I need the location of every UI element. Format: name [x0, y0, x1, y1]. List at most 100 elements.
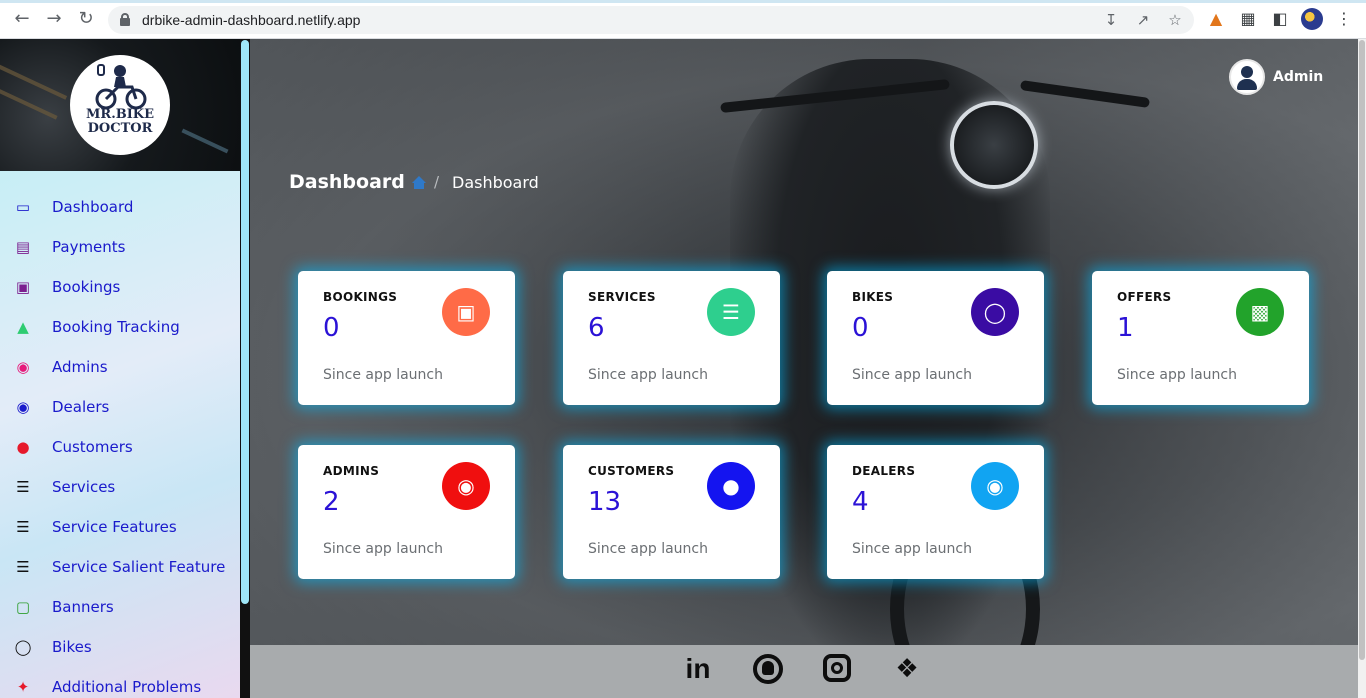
card-label: OFFERS [1117, 290, 1172, 304]
sidebar-scrollbar-thumb[interactable] [241, 40, 249, 604]
sidebar-item-banners[interactable]: ▢ Banners [0, 587, 240, 627]
sidebar-cover-image: MR.BIKE DOCTOR [0, 39, 240, 171]
sidebar-item-payments[interactable]: ▤ Payments [0, 227, 240, 267]
page-scrollbar-thumb[interactable] [1359, 40, 1365, 660]
reload-icon[interactable]: ↻ [76, 9, 96, 29]
card-value: 0 [852, 313, 869, 343]
arrow-right-icon[interactable]: → [44, 9, 64, 29]
metamask-icon[interactable]: ▲ [1206, 9, 1226, 29]
card-value: 4 [852, 487, 869, 517]
github-icon[interactable] [752, 653, 784, 685]
sidebar-item-admins[interactable]: ◉ Admins [0, 347, 240, 387]
card-note: Since app launch [323, 367, 443, 383]
linkedin-icon[interactable]: in [682, 653, 714, 685]
sidebar-item-label: Payments [52, 238, 126, 256]
motorcycle-icon: ◯ [971, 288, 1019, 336]
sidebar-item-label: Banners [52, 598, 114, 616]
sidebar-menu: ▭ Dashboard ▤ Payments ▣ Bookings ▲ Book… [0, 187, 240, 698]
sidebar-item-label: Dashboard [52, 198, 134, 216]
list-icon: ☰ [707, 288, 755, 336]
card-label: BOOKINGS [323, 290, 398, 304]
address-bar[interactable]: drbike-admin-dashboard.netlify.app ↧ ↗ ☆ [108, 6, 1194, 34]
sidebar-item-dealers[interactable]: ◉ Dealers [0, 387, 240, 427]
sidebar-item-label: Bikes [52, 638, 92, 656]
card-note: Since app launch [1117, 367, 1237, 383]
sidebar-item-service-salient-feature[interactable]: ☰ Service Salient Feature [0, 547, 240, 587]
card-value: 6 [588, 313, 605, 343]
stat-card-customers[interactable]: CUSTOMERS 13 Since app launch ● [563, 445, 780, 579]
sidebar-item-booking-tracking[interactable]: ▲ Booking Tracking [0, 307, 240, 347]
sidebar-item-bookings[interactable]: ▣ Bookings [0, 267, 240, 307]
tab-strip-edge [0, 0, 1366, 3]
breadcrumb-separator: / [434, 173, 440, 191]
stat-card-services[interactable]: SERVICES 6 Since app launch ☰ [563, 271, 780, 405]
list-icon: ☰ [16, 518, 30, 536]
home-icon[interactable] [412, 176, 426, 190]
share-icon[interactable]: ↗ [1134, 11, 1152, 29]
user-secret-icon: ◉ [16, 358, 30, 376]
logo-text-line1: MR.BIKE [86, 107, 154, 122]
url-text[interactable]: drbike-admin-dashboard.netlify.app [142, 12, 360, 28]
browser-toolbar: ← → ↻ drbike-admin-dashboard.netlify.app… [0, 0, 1366, 39]
sidebar-item-label: Admins [52, 358, 108, 376]
arrow-left-icon[interactable]: ← [12, 9, 32, 29]
gift-icon: ▩ [1236, 288, 1284, 336]
card-note: Since app launch [588, 367, 708, 383]
sidebar-item-additional-problems[interactable]: ✦ Additional Problems [0, 667, 240, 698]
stat-card-dealers[interactable]: DEALERS 4 Since app launch ◉ [827, 445, 1044, 579]
sidebar-item-services[interactable]: ☰ Services [0, 467, 240, 507]
wrench-icon: ✦ [16, 678, 30, 696]
card-note: Since app launch [323, 541, 443, 557]
card-value: 2 [323, 487, 340, 517]
card-label: DEALERS [852, 464, 916, 478]
users-icon: ● [707, 462, 755, 510]
sidebar-item-bikes[interactable]: ◯ Bikes [0, 627, 240, 667]
sidebar-item-label: Additional Problems [52, 678, 202, 696]
user-name[interactable]: Admin [1273, 69, 1323, 85]
sidebar-item-label: Service Features [52, 518, 177, 536]
list-icon: ☰ [16, 558, 30, 576]
instagram-icon[interactable] [822, 653, 854, 685]
logo-text-line2: DOCTOR [87, 121, 153, 136]
image-icon: ▢ [15, 598, 31, 616]
sidebar-item-label: Booking Tracking [52, 318, 180, 336]
card-value: 1 [1117, 313, 1134, 343]
user-circle-icon: ◉ [971, 462, 1019, 510]
extensions-puzzle-icon[interactable]: ▦ [1238, 9, 1258, 29]
card-label: BIKES [852, 290, 894, 304]
stat-card-bikes[interactable]: BIKES 0 Since app launch ◯ [827, 271, 1044, 405]
sidebar-item-customers[interactable]: ● Customers [0, 427, 240, 467]
sidebar-item-dashboard[interactable]: ▭ Dashboard [0, 187, 240, 227]
list-icon: ☰ [16, 478, 30, 496]
avatar[interactable] [1229, 59, 1265, 95]
card-note: Since app launch [852, 367, 972, 383]
users-icon: ● [16, 438, 30, 456]
twitter-icon[interactable]: ❖ [891, 653, 923, 685]
star-icon[interactable]: ☆ [1166, 11, 1184, 29]
stat-card-bookings[interactable]: BOOKINGS 0 Since app launch ▣ [298, 271, 515, 405]
side-panel-icon[interactable]: ◧ [1270, 9, 1290, 29]
kebab-menu-icon[interactable]: ⋮ [1334, 9, 1354, 29]
card-value: 13 [588, 487, 622, 517]
install-icon[interactable]: ↧ [1102, 11, 1120, 29]
sidebar-item-service-features[interactable]: ☰ Service Features [0, 507, 240, 547]
brand-logo[interactable]: MR.BIKE DOCTOR [70, 55, 170, 155]
card-note: Since app launch [852, 541, 972, 557]
sidebar: MR.BIKE DOCTOR ▭ Dashboard ▤ Payments ▣ … [0, 39, 240, 698]
stat-card-admins[interactable]: ADMINS 2 Since app launch ◉ [298, 445, 515, 579]
profile-avatar[interactable] [1301, 8, 1323, 30]
sidebar-item-label: Services [52, 478, 116, 496]
stat-card-offers[interactable]: OFFERS 1 Since app launch ▩ [1092, 271, 1309, 405]
card-label: CUSTOMERS [588, 464, 675, 478]
sidebar-item-label: Service Salient Feature [52, 558, 226, 576]
user-circle-icon: ◉ [16, 398, 30, 416]
shopping-bag-icon: ▣ [15, 278, 31, 296]
road-icon: ▲ [17, 318, 29, 336]
lock-icon[interactable] [120, 13, 130, 26]
sidebar-item-label: Dealers [52, 398, 110, 416]
card-value: 0 [323, 313, 340, 343]
card-label: SERVICES [588, 290, 656, 304]
sidebar-item-label: Customers [52, 438, 133, 456]
monitor-icon: ▭ [15, 198, 31, 216]
card-label: ADMINS [323, 464, 380, 478]
